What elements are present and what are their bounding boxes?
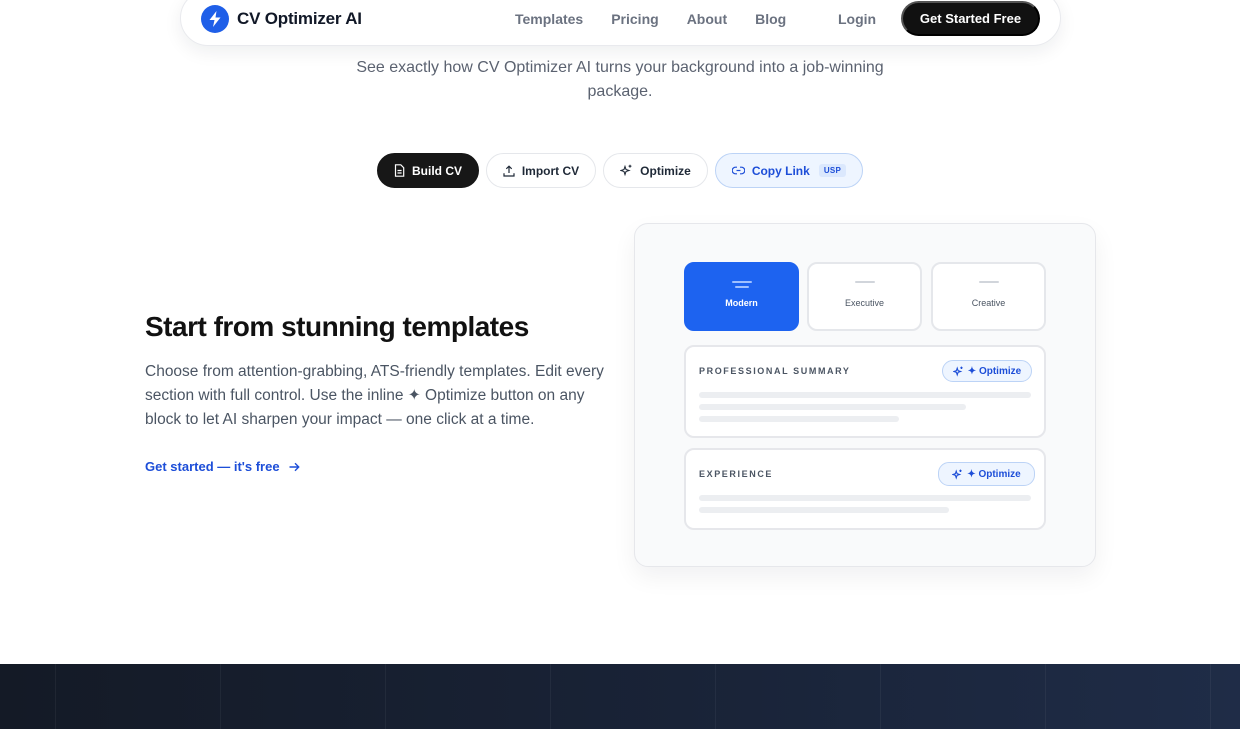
nav-link-pricing[interactable]: Pricing: [611, 11, 658, 27]
arrow-right-icon: [289, 462, 300, 472]
tab-build-cv[interactable]: Build CV: [377, 153, 479, 188]
get-started-free-button[interactable]: Get Started Free: [901, 1, 1040, 36]
login-link[interactable]: Login: [838, 11, 876, 27]
section-label: PROFESSIONAL SUMMARY: [699, 366, 851, 376]
tab-import-cv[interactable]: Import CV: [486, 153, 596, 188]
grid-line: [715, 664, 716, 729]
template-label: Modern: [725, 298, 758, 308]
grid-line: [880, 664, 881, 729]
sparkles-icon: [620, 164, 633, 177]
feature-description: Choose from attention-grabbing, ATS-frie…: [145, 363, 604, 428]
sparkles-icon: [952, 468, 963, 480]
link-icon: [731, 166, 745, 175]
text-placeholder-line: [699, 416, 899, 422]
sparkles-icon: [952, 365, 964, 377]
tab-copy-link[interactable]: Copy Link USP: [715, 153, 863, 188]
document-icon: [394, 164, 405, 177]
section-label: EXPERIENCE: [699, 469, 774, 479]
tab-optimize[interactable]: Optimize: [603, 153, 708, 188]
template-label: Creative: [971, 298, 1006, 308]
text-placeholder-line: [699, 507, 949, 513]
text-placeholder-line: [699, 392, 1031, 398]
nav-link-blog[interactable]: Blog: [755, 11, 786, 27]
grid-line: [55, 664, 56, 729]
hero-subtitle: See exactly how CV Optimizer AI turns yo…: [356, 59, 884, 100]
grid-line: [550, 664, 551, 729]
template-card-modern[interactable]: Modern: [684, 262, 799, 331]
template-thumb-bar: [978, 281, 999, 283]
usp-badge: USP: [818, 164, 847, 177]
template-thumb-bar: [731, 281, 752, 283]
template-label: Executive: [844, 298, 885, 308]
optimize-summary-button[interactable]: ✦ Optimize: [942, 360, 1032, 382]
dark-section-band: [0, 664, 1240, 729]
nav-links: Templates Pricing About Blog: [515, 11, 814, 27]
template-thumb-bar: [734, 286, 749, 288]
tab-label: Optimize: [640, 163, 691, 178]
template-card-executive[interactable]: Executive: [807, 262, 922, 331]
lightning-bolt-icon: [201, 5, 229, 33]
optimize-label: ✦ Optimize: [967, 365, 1022, 377]
optimize-experience-button[interactable]: ✦ Optimize: [938, 462, 1035, 486]
tab-label: Build CV: [412, 163, 462, 178]
grid-line: [385, 664, 386, 729]
feature-tabs: Build CV Import CV Optimize Copy Link US…: [0, 153, 1240, 188]
grid-line: [1210, 664, 1211, 729]
text-placeholder-line: [699, 404, 966, 410]
top-navbar: CV Optimizer AI Templates Pricing About …: [180, 0, 1061, 46]
template-card-creative[interactable]: Creative: [931, 262, 1046, 331]
upload-icon: [503, 164, 515, 177]
get-started-link-label: Get started — it's free: [145, 459, 280, 474]
brand-name: CV Optimizer AI: [237, 9, 362, 28]
editor-preview-card: Modern Executive Creative PROFESSIONAL S…: [634, 223, 1096, 567]
template-thumb-bar: [854, 281, 875, 283]
optimize-label: ✦ Optimize: [967, 468, 1021, 480]
section-experience: EXPERIENCE ✦ Optimize: [684, 448, 1046, 530]
nav-link-about[interactable]: About: [687, 11, 727, 27]
get-started-link[interactable]: Get started — it's free: [145, 459, 300, 474]
text-placeholder-line: [699, 495, 1031, 501]
section-professional-summary: PROFESSIONAL SUMMARY ✦ Optimize: [684, 345, 1046, 438]
grid-line: [220, 664, 221, 729]
feature-title: Start from stunning templates: [145, 311, 529, 342]
brand[interactable]: CV Optimizer AI: [201, 5, 362, 33]
tab-label: Import CV: [521, 163, 580, 178]
tab-label: Copy Link: [751, 163, 810, 178]
grid-line: [1045, 664, 1046, 729]
nav-link-templates[interactable]: Templates: [515, 11, 583, 27]
